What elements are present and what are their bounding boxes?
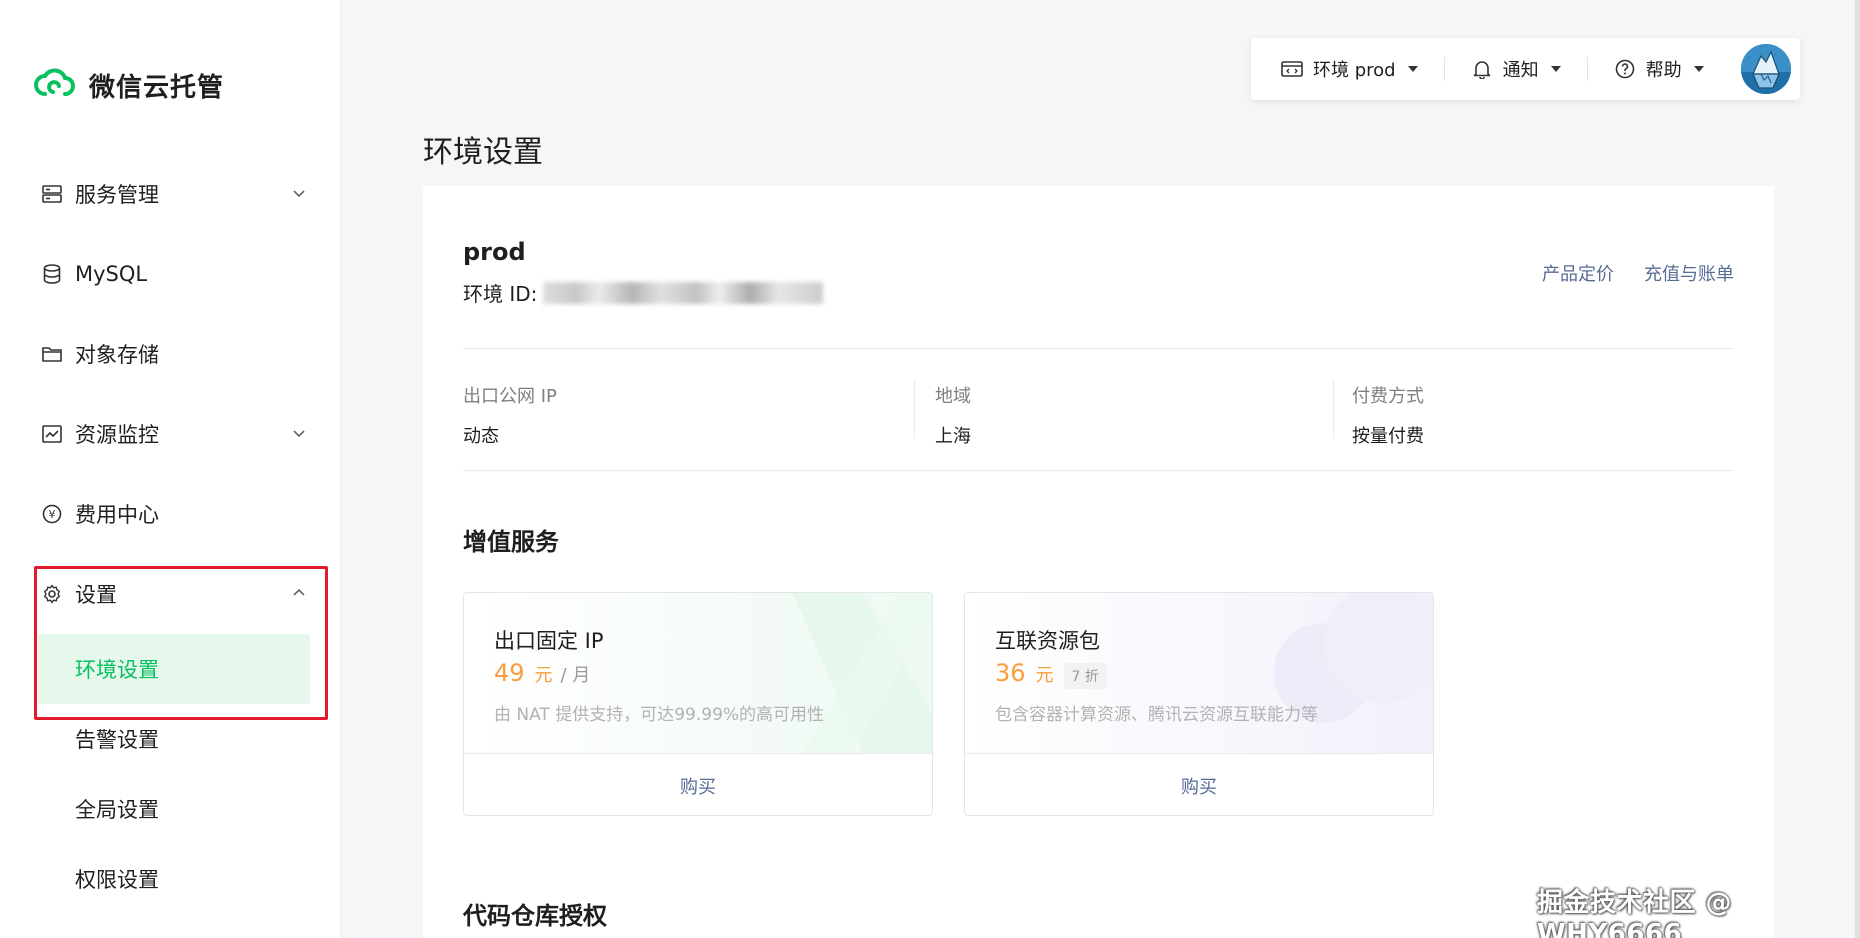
svg-text:¥: ¥ <box>49 508 56 521</box>
sidebar-item-billing-center[interactable]: ¥ 费用中心 <box>0 474 341 554</box>
service-description: 包含容器计算资源、腾讯云资源互联能力等 <box>995 705 1318 725</box>
sidebar-item-label: 费用中心 <box>75 503 159 527</box>
server-icon <box>41 183 63 205</box>
app-name: 微信云托管 <box>89 72 225 103</box>
sidebar-item-label: 资源监控 <box>75 423 159 447</box>
database-icon <box>41 263 63 285</box>
service-description: 由 NAT 提供支持，可达99.99%的高可用性 <box>494 705 825 725</box>
notification-label: 通知 <box>1502 60 1539 81</box>
info-label: 地域 <box>935 386 971 407</box>
divider <box>463 470 1734 471</box>
vertical-divider <box>914 380 915 438</box>
buy-fixed-ip-button[interactable]: 购买 <box>464 753 932 815</box>
bell-icon <box>1471 58 1493 80</box>
info-value: 上海 <box>935 426 971 447</box>
caret-down-icon <box>1693 66 1704 72</box>
monitor-chart-icon <box>41 423 63 445</box>
gear-icon <box>41 583 63 605</box>
sidebar-nav: 服务管理 MySQL 对象存储 资源监控 ¥ 费用中心 设置 环境设置 告警设置… <box>0 154 341 914</box>
sidebar-subitem-label: 权限设置 <box>75 868 159 892</box>
price-number: 36 <box>995 659 1026 687</box>
env-name: prod <box>463 238 526 266</box>
service-card-fixed-ip: 出口固定 IP 49 元 / 月 由 NAT 提供支持，可达99.99%的高可用… <box>463 592 933 816</box>
service-card-resource-pack: 互联资源包 36 元 7 折 包含容器计算资源、腾讯云资源互联能力等 购买 <box>964 592 1434 816</box>
sidebar-item-mysql[interactable]: MySQL <box>0 234 341 314</box>
env-switcher[interactable]: 环境 prod <box>1281 38 1418 100</box>
info-label: 付费方式 <box>1352 386 1424 407</box>
logo[interactable]: 微信云托管 <box>33 64 224 106</box>
info-payment-method: 付费方式 按量付费 <box>1352 382 1424 448</box>
help-circle-icon <box>1614 58 1636 80</box>
chevron-up-icon[interactable] <box>290 584 308 602</box>
env-id-label: 环境 ID: <box>463 282 538 306</box>
sidebar-subitem-permission-settings[interactable]: 权限设置 <box>0 844 341 914</box>
help-menu[interactable]: 帮助 <box>1614 38 1704 100</box>
env-switcher-label: 环境 prod <box>1313 60 1396 81</box>
sidebar-subitem-env-settings[interactable]: 环境设置 <box>38 634 310 704</box>
caret-down-icon <box>1550 66 1561 72</box>
toolbar-divider <box>1443 57 1445 81</box>
env-code-icon <box>1281 58 1303 80</box>
pricing-link[interactable]: 产品定价 <box>1542 260 1614 286</box>
section-title-value-added: 增值服务 <box>463 528 559 556</box>
service-price: 49 元 / 月 <box>494 659 590 687</box>
sidebar-item-label: 设置 <box>75 583 117 607</box>
yen-icon: ¥ <box>41 503 63 525</box>
chevron-down-icon[interactable] <box>290 424 308 442</box>
env-id-row: 环境 ID: <box>463 278 824 307</box>
info-label: 出口公网 IP <box>463 386 557 407</box>
chevron-down-icon[interactable] <box>290 184 308 202</box>
section-title-code-repo: 代码仓库授权 <box>463 902 607 930</box>
price-number: 49 <box>494 659 525 687</box>
sidebar-subitem-alert-settings[interactable]: 告警设置 <box>0 704 341 774</box>
info-egress-ip: 出口公网 IP 动态 <box>463 382 557 448</box>
folder-icon <box>41 343 63 365</box>
env-id-value-redacted <box>543 281 824 304</box>
caret-down-icon <box>1407 66 1418 72</box>
sidebar-subitem-global-settings[interactable]: 全局设置 <box>0 774 341 844</box>
scrollbar-track[interactable] <box>1855 0 1860 938</box>
divider <box>463 348 1734 349</box>
sidebar-item-label: 对象存储 <box>75 343 159 367</box>
top-toolbar: 环境 prod 通知 帮助 <box>1251 38 1800 100</box>
env-settings-card: prod 环境 ID: 产品定价 充值与账单 出口公网 IP 动态 地域 上海 … <box>423 186 1774 938</box>
sidebar-item-label: 服务管理 <box>75 183 159 207</box>
watermark: 掘金技术社区 @ WHY6666 <box>1537 888 1733 938</box>
sidebar-item-object-storage[interactable]: 对象存储 <box>0 314 341 394</box>
service-price: 36 元 7 折 <box>995 659 1107 689</box>
vertical-divider <box>1333 380 1334 438</box>
notification-menu[interactable]: 通知 <box>1471 38 1561 100</box>
page-title: 环境设置 <box>423 135 543 170</box>
service-name: 互联资源包 <box>995 629 1100 653</box>
sidebar-subitem-label: 告警设置 <box>75 728 159 752</box>
header-links: 产品定价 充值与账单 <box>1512 260 1734 286</box>
buy-resource-pack-button[interactable]: 购买 <box>965 753 1433 815</box>
avatar[interactable] <box>1741 44 1791 94</box>
help-label: 帮助 <box>1645 60 1682 81</box>
sidebar-item-service-management[interactable]: 服务管理 <box>0 154 341 234</box>
service-name: 出口固定 IP <box>494 629 604 653</box>
recharge-billing-link[interactable]: 充值与账单 <box>1644 260 1734 286</box>
toolbar-divider <box>1586 57 1588 81</box>
info-region: 地域 上海 <box>935 382 971 448</box>
price-unit: 元 <box>534 665 553 686</box>
cloud-logo-icon <box>34 68 75 96</box>
price-period: / 月 <box>560 665 591 686</box>
sidebar-item-settings[interactable]: 设置 <box>0 554 341 634</box>
sidebar: 微信云托管 服务管理 MySQL 对象存储 资源监控 ¥ 费用中心 设置 环境设… <box>0 0 341 938</box>
sidebar-subitem-label: 环境设置 <box>75 658 159 682</box>
sidebar-item-resource-monitor[interactable]: 资源监控 <box>0 394 341 474</box>
sidebar-subitem-label: 全局设置 <box>75 798 159 822</box>
sidebar-item-label: MySQL <box>75 262 148 286</box>
info-value: 动态 <box>463 426 499 447</box>
info-value: 按量付费 <box>1352 426 1424 447</box>
discount-badge: 7 折 <box>1063 663 1107 689</box>
price-unit: 元 <box>1035 665 1054 686</box>
